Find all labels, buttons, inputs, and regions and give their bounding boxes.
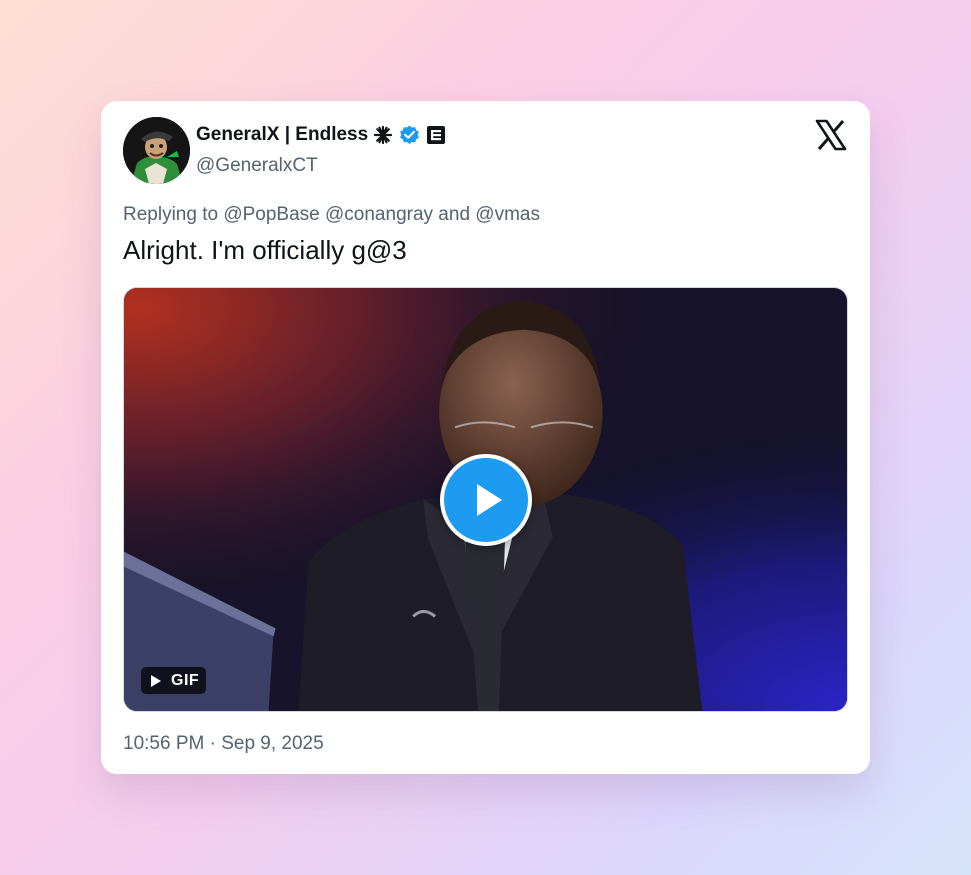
tweet-text: Alright. I'm officially g@3 (123, 235, 407, 265)
x-logo-icon[interactable] (815, 119, 847, 151)
media-gif[interactable]: GIF (123, 287, 848, 712)
timestamp[interactable]: 10:56 PM · Sep 9, 2025 (123, 733, 324, 755)
verified-badge-icon (398, 124, 421, 147)
asterisk-icon (373, 125, 393, 145)
reply-context: Replying to @PopBase @conangray and @vma… (123, 204, 540, 225)
play-icon (477, 484, 502, 516)
gif-label: GIF (171, 671, 200, 689)
play-button[interactable] (440, 454, 532, 546)
avatar-image (123, 117, 190, 184)
affiliate-badge-icon (426, 125, 446, 145)
user-handle[interactable]: @GeneralxCT (196, 155, 318, 177)
avatar[interactable] (123, 117, 190, 184)
gif-badge[interactable]: GIF (141, 667, 207, 694)
gif-play-icon (151, 674, 161, 687)
name-row: GeneralX | Endless (196, 123, 446, 147)
tweet-card: GeneralX | Endless @GeneralxCT Replying … (101, 101, 870, 774)
display-name[interactable]: GeneralX | Endless (196, 124, 368, 146)
